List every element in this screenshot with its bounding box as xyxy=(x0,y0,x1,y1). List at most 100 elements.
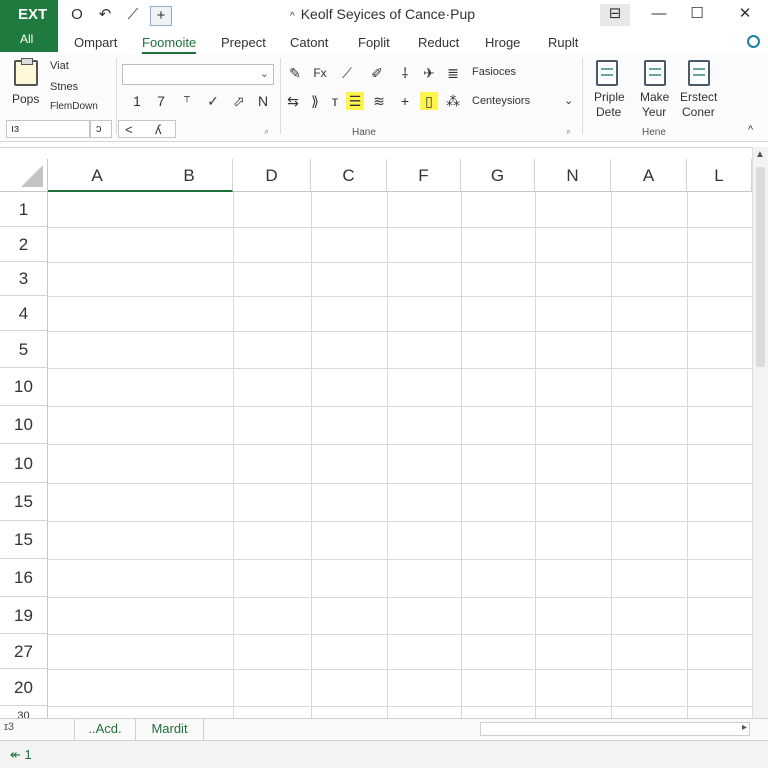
name-box[interactable]: ıɜ xyxy=(6,120,90,138)
maximize-button[interactable]: ☐ xyxy=(682,4,712,26)
make-year-label-1[interactable]: Make xyxy=(640,90,669,104)
tab-ruplt[interactable]: Ruplt xyxy=(548,35,578,50)
format-group-launcher-icon[interactable]: ⌕ xyxy=(566,126,571,137)
scroll-up-icon[interactable]: ▲ xyxy=(755,149,765,160)
italic-icon[interactable]: 7 xyxy=(152,92,170,110)
add-icon[interactable]: + xyxy=(150,6,172,26)
tab-hroge[interactable]: Hroge xyxy=(485,35,520,50)
row-header[interactable]: 2 xyxy=(0,227,48,262)
print-date-label-1[interactable]: Priple xyxy=(594,90,625,104)
row-header[interactable]: 10 xyxy=(0,368,48,406)
column-header[interactable]: L xyxy=(687,159,752,192)
fasioces-label[interactable]: Fasioces xyxy=(472,66,516,78)
row-header[interactable]: 4 xyxy=(0,296,48,331)
column-header[interactable]: N xyxy=(535,159,611,192)
align-icon[interactable]: ≣ xyxy=(444,64,462,82)
row-header[interactable]: 20 xyxy=(0,669,48,706)
nav-left-icon[interactable]: < xyxy=(125,122,133,137)
column-header[interactable]: C xyxy=(311,159,387,192)
font-style-icon[interactable]: N xyxy=(254,92,272,110)
extract-corner-label-1[interactable]: Erstect xyxy=(680,90,717,104)
brush-icon[interactable]: ⟋ xyxy=(338,64,356,82)
horizontal-scrollbar[interactable]: ▸ xyxy=(480,722,750,736)
send-icon[interactable]: ✈ xyxy=(420,64,438,82)
row-header[interactable]: 10 xyxy=(0,406,48,444)
wave-icon[interactable]: ≋ xyxy=(370,92,388,110)
sort-icon[interactable]: ⸸ xyxy=(396,64,414,82)
column-header[interactable]: A xyxy=(611,159,687,192)
undo-icon[interactable]: ↶ xyxy=(94,6,116,26)
marker-icon[interactable]: ▯ xyxy=(420,92,438,110)
tab-foplit[interactable]: Foplit xyxy=(358,35,390,50)
row-header[interactable]: 15 xyxy=(0,521,48,559)
grid-line xyxy=(387,192,388,720)
font-name-dropdown[interactable]: ⌄ xyxy=(122,64,274,85)
column-header[interactable]: F xyxy=(387,159,461,192)
clipboard-item-flemdown[interactable]: FlemDown xyxy=(50,101,98,112)
fill-icon[interactable]: ⬀ xyxy=(230,92,248,110)
collapse-ribbon-icon[interactable]: ^ xyxy=(748,124,753,136)
minimize-button[interactable]: — xyxy=(644,4,674,26)
text-icon[interactable]: ᴛ xyxy=(326,92,344,110)
spreadsheet-grid[interactable]: A B D C F G N A L 1 2 3 4 5 10 10 10 15 15 16 19 27 20 30 xyxy=(0,147,768,722)
column-header[interactable]: B xyxy=(146,159,233,192)
row-header[interactable]: 10 xyxy=(0,444,48,483)
make-year-icon[interactable] xyxy=(644,60,666,86)
eraser-icon[interactable]: ✐ xyxy=(368,64,386,82)
tab-reduct[interactable]: Reduct xyxy=(418,35,459,50)
scroll-right-icon[interactable]: ▸ xyxy=(742,722,747,733)
ribbon-display-icon[interactable]: ⊟ xyxy=(600,4,630,26)
clipboard-item-stnes[interactable]: Stnes xyxy=(50,81,78,93)
print-date-icon[interactable] xyxy=(596,60,618,86)
save-icon[interactable]: O xyxy=(66,6,88,26)
paste-icon[interactable] xyxy=(14,58,38,86)
tab-catont[interactable]: Catont xyxy=(290,35,328,50)
font-group-launcher-icon[interactable]: ⌕ xyxy=(264,126,269,137)
sheet-nav-label[interactable]: ɪ3 xyxy=(4,721,14,733)
print-date-label-2[interactable]: Dete xyxy=(596,105,621,119)
refresh-button[interactable]: ↄ xyxy=(90,120,112,138)
plus-icon[interactable]: + xyxy=(396,92,414,110)
extract-corner-icon[interactable] xyxy=(688,60,710,86)
nav-fx-icon[interactable]: ʎ xyxy=(155,122,162,137)
sheet-tab-mardit[interactable]: Mardit xyxy=(136,719,204,740)
nav-box[interactable]: < ʎ xyxy=(118,120,176,138)
font-size-icon[interactable]: 1 xyxy=(128,92,146,110)
highlight-icon[interactable]: ☰ xyxy=(346,92,364,110)
row-header[interactable]: 27 xyxy=(0,634,48,669)
pen-icon[interactable]: ⟋ xyxy=(122,6,144,26)
check-icon[interactable]: ✓ xyxy=(204,92,222,110)
row-header[interactable]: 1 xyxy=(0,192,48,227)
centeysiors-label[interactable]: Centeysiors xyxy=(472,95,530,107)
chevron-down-icon[interactable]: ⌄ xyxy=(564,94,573,107)
select-all-corner[interactable] xyxy=(0,159,48,192)
row-header[interactable]: 16 xyxy=(0,559,48,597)
tab-ompart[interactable]: Ompart xyxy=(74,35,117,50)
scrollbar-thumb[interactable] xyxy=(756,167,765,367)
app-badge[interactable]: EXT All xyxy=(0,0,58,52)
sheet-tab-acd[interactable]: ..Acd. xyxy=(74,719,136,740)
indent-icon[interactable]: ⟫ xyxy=(306,92,324,110)
column-header[interactable]: G xyxy=(461,159,535,192)
paste-button-label[interactable]: Pops xyxy=(12,92,39,106)
column-header[interactable]: D xyxy=(233,159,311,192)
row-header[interactable]: 3 xyxy=(0,262,48,296)
clipboard-item-viat[interactable]: Viat xyxy=(50,60,69,72)
pencil-icon[interactable]: ✎ xyxy=(286,64,304,82)
row-header[interactable]: 5 xyxy=(0,331,48,368)
group-divider xyxy=(280,58,281,134)
function-icon[interactable]: Fx xyxy=(308,64,332,82)
sparkle-icon[interactable]: ⁂ xyxy=(444,92,462,110)
strike-icon[interactable]: ⸆ xyxy=(178,92,196,110)
wrap-icon[interactable]: ⇆ xyxy=(284,92,302,110)
column-header[interactable]: A xyxy=(48,159,146,192)
row-header[interactable]: 19 xyxy=(0,597,48,634)
help-icon[interactable] xyxy=(747,35,760,48)
tab-foomoite[interactable]: Foomoite xyxy=(142,35,197,54)
close-button[interactable]: ✕ xyxy=(730,4,760,26)
make-year-label-2[interactable]: Yeur xyxy=(642,105,666,119)
tab-prepect[interactable]: Prepect xyxy=(221,35,266,50)
extract-corner-label-2[interactable]: Coner xyxy=(682,105,715,119)
vertical-scrollbar[interactable]: ▲ xyxy=(752,147,768,719)
row-header[interactable]: 15 xyxy=(0,483,48,521)
